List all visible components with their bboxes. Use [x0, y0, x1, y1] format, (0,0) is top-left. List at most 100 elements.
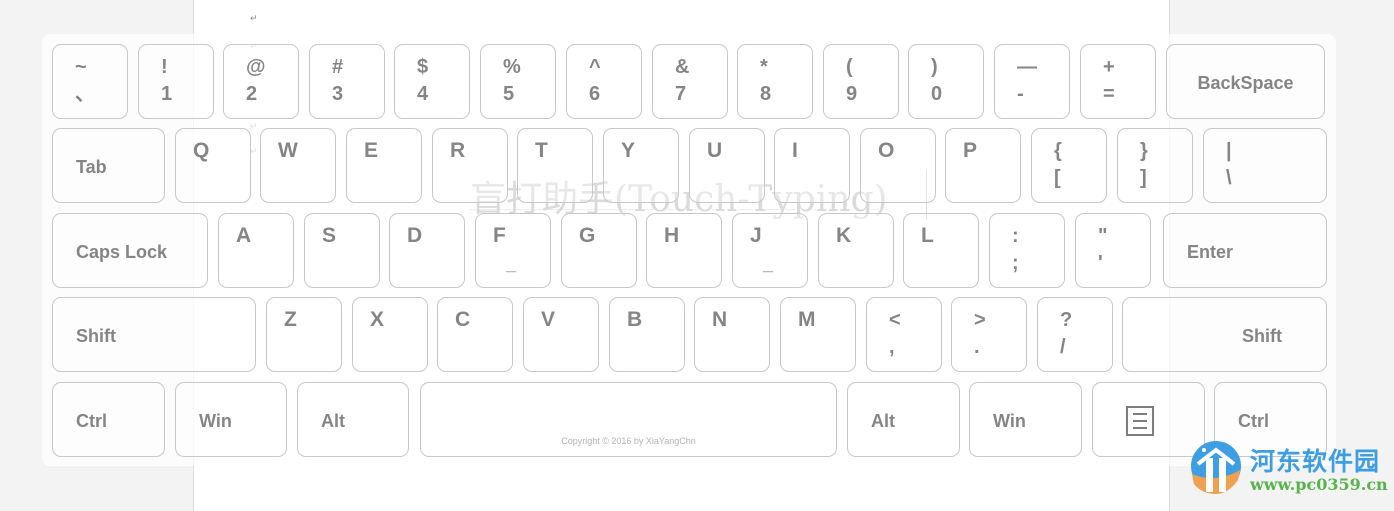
- key-label: Tab: [76, 157, 107, 177]
- key-shift-label: ?: [1060, 309, 1073, 331]
- key-left-bracket[interactable]: {[: [1031, 128, 1107, 203]
- key-6[interactable]: ^ 6: [566, 44, 642, 119]
- key-shift-label: &: [675, 56, 690, 78]
- key-base-label: ]: [1140, 167, 1147, 189]
- key-backspace[interactable]: BackSpace: [1166, 44, 1325, 119]
- key-0[interactable]: ) 0: [908, 44, 984, 119]
- key-backslash[interactable]: | \: [1203, 128, 1327, 203]
- key-right-bracket[interactable]: }]: [1117, 128, 1193, 203]
- watermark-name: 河东软件园: [1250, 447, 1381, 476]
- key-base-label: 9: [846, 83, 858, 105]
- key-alt-left[interactable]: Alt: [297, 382, 409, 457]
- key-a[interactable]: A: [218, 213, 294, 288]
- key-label: G: [579, 224, 596, 247]
- key-o[interactable]: O: [860, 128, 936, 203]
- key-label: BackSpace: [1197, 73, 1294, 93]
- home-row-marker: _: [506, 254, 517, 274]
- key-label: R: [450, 139, 466, 162]
- key-space[interactable]: Copyright © 2016 by XiaYangChn: [420, 382, 837, 457]
- key-ctrl-left[interactable]: Ctrl: [52, 382, 165, 457]
- key-9[interactable]: (9: [823, 44, 899, 119]
- key-base-label: 8: [760, 83, 772, 105]
- key-x[interactable]: X: [352, 297, 428, 372]
- key-shift-label: }: [1140, 140, 1148, 162]
- key-s[interactable]: S: [304, 213, 380, 288]
- key-label: X: [370, 308, 385, 331]
- key-5[interactable]: % 5: [480, 44, 556, 119]
- key-7[interactable]: & 7: [652, 44, 728, 119]
- key-i[interactable]: I: [774, 128, 850, 203]
- key-label: Y: [621, 139, 636, 162]
- key-shift-left[interactable]: Shift: [52, 297, 256, 372]
- key-label: Caps Lock: [76, 242, 168, 262]
- key-1[interactable]: ! 1: [138, 44, 214, 119]
- key-e[interactable]: E: [346, 128, 422, 203]
- key-label: N: [712, 308, 728, 331]
- home-row-marker: _: [763, 254, 774, 274]
- key-label: C: [455, 308, 471, 331]
- key-tab[interactable]: Tab: [52, 128, 165, 203]
- key-caps-lock[interactable]: Caps Lock: [52, 213, 208, 288]
- key-j[interactable]: J _: [732, 213, 808, 288]
- key-base-label: ,: [889, 336, 895, 358]
- key-base-label: ;: [1012, 252, 1019, 274]
- key-shift-label: *: [760, 56, 768, 78]
- key-w[interactable]: W: [260, 128, 336, 203]
- key-d[interactable]: D: [389, 213, 465, 288]
- key-label: A: [236, 224, 252, 247]
- key-enter[interactable]: Enter: [1163, 213, 1327, 288]
- key-minus[interactable]: — -: [994, 44, 1070, 119]
- key-label: Ctrl: [76, 411, 107, 431]
- key-equals[interactable]: + =: [1080, 44, 1156, 119]
- key-label: Z: [284, 308, 297, 331]
- key-label: M: [798, 308, 816, 331]
- key-v[interactable]: V: [523, 297, 599, 372]
- key-comma[interactable]: <,: [866, 297, 942, 372]
- key-y[interactable]: Y: [603, 128, 679, 203]
- key-q[interactable]: Q: [175, 128, 251, 203]
- key-p[interactable]: P: [945, 128, 1021, 203]
- key-win-left[interactable]: Win: [175, 382, 287, 457]
- key-shift-label: ): [931, 56, 938, 78]
- key-c[interactable]: C: [437, 297, 513, 372]
- key-base-label: =: [1103, 83, 1115, 105]
- key-z[interactable]: Z: [266, 297, 342, 372]
- key-3[interactable]: #3: [309, 44, 385, 119]
- key-label: Shift: [76, 326, 116, 346]
- key-backtick[interactable]: ~、: [52, 44, 128, 119]
- key-m[interactable]: M: [780, 297, 856, 372]
- key-4[interactable]: $4: [394, 44, 470, 119]
- key-base-label: 2: [246, 83, 258, 105]
- key-label: D: [407, 224, 423, 247]
- key-g[interactable]: G: [561, 213, 637, 288]
- key-semicolon[interactable]: :;: [989, 213, 1065, 288]
- key-label: Enter: [1187, 242, 1234, 262]
- key-f[interactable]: F _: [475, 213, 551, 288]
- key-label: K: [836, 224, 852, 247]
- key-win-right[interactable]: Win: [969, 382, 1082, 457]
- key-r[interactable]: R: [432, 128, 508, 203]
- key-shift-label: {: [1054, 140, 1062, 162]
- key-label: L: [921, 224, 934, 247]
- key-quote[interactable]: " ': [1075, 213, 1151, 288]
- key-t[interactable]: T: [517, 128, 593, 203]
- key-base-label: 6: [589, 83, 601, 105]
- key-shift-label: >: [974, 309, 986, 331]
- key-shift-label: @: [246, 56, 266, 78]
- key-alt-right[interactable]: Alt: [847, 382, 960, 457]
- key-u[interactable]: U: [689, 128, 765, 203]
- key-label: Q: [193, 139, 210, 162]
- key-2[interactable]: @2: [223, 44, 299, 119]
- key-slash[interactable]: ? /: [1037, 297, 1113, 372]
- key-shift-right[interactable]: Shift: [1122, 297, 1327, 372]
- key-l[interactable]: L: [903, 213, 979, 288]
- key-8[interactable]: * 8: [737, 44, 813, 119]
- key-n[interactable]: N: [694, 297, 770, 372]
- key-label: Win: [993, 411, 1026, 431]
- key-h[interactable]: H: [646, 213, 722, 288]
- key-period[interactable]: >.: [951, 297, 1027, 372]
- key-label: Shift: [1242, 326, 1282, 346]
- key-k[interactable]: K: [818, 213, 894, 288]
- key-shift-label: ": [1098, 225, 1108, 247]
- key-b[interactable]: B: [609, 297, 685, 372]
